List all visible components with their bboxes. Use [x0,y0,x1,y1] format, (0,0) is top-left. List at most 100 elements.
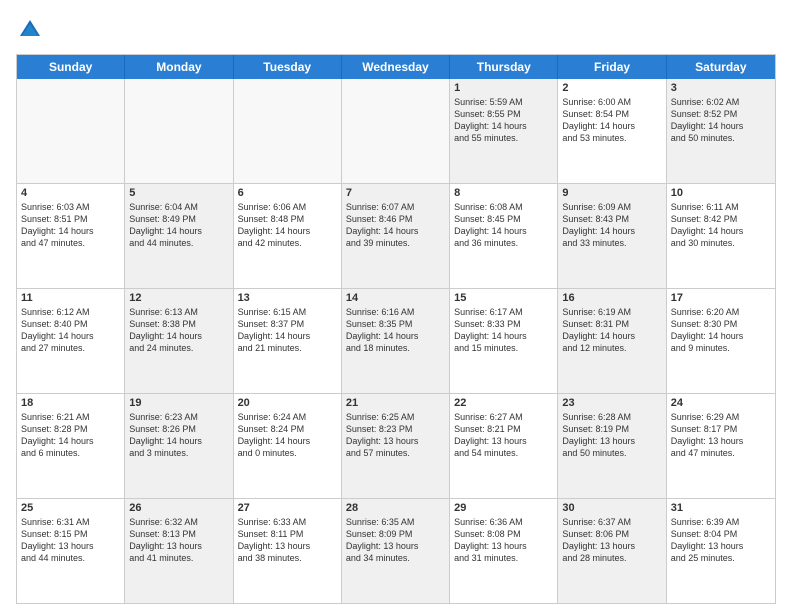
empty-cell [125,79,233,183]
header-day-monday: Monday [125,55,233,79]
day-cell-3: 3 Sunrise: 6:02 AM Sunset: 8:52 PM Daylig… [667,79,775,183]
day-info: Sunrise: 6:02 AM Sunset: 8:52 PM Dayligh… [671,97,744,143]
header-day-sunday: Sunday [17,55,125,79]
day-info: Sunrise: 6:13 AM Sunset: 8:38 PM Dayligh… [129,307,202,353]
day-cell-13: 13 Sunrise: 6:15 AM Sunset: 8:37 PM Dayli… [234,289,342,393]
day-info: Sunrise: 6:00 AM Sunset: 8:54 PM Dayligh… [562,97,635,143]
day-cell-23: 23 Sunrise: 6:28 AM Sunset: 8:19 PM Dayli… [558,394,666,498]
day-cell-17: 17 Sunrise: 6:20 AM Sunset: 8:30 PM Dayli… [667,289,775,393]
logo [16,16,48,44]
empty-cell [234,79,342,183]
day-number: 7 [346,187,445,199]
day-cell-11: 11 Sunrise: 6:12 AM Sunset: 8:40 PM Dayli… [17,289,125,393]
header [16,16,776,44]
page: SundayMondayTuesdayWednesdayThursdayFrid… [0,0,792,612]
day-cell-5: 5 Sunrise: 6:04 AM Sunset: 8:49 PM Daylig… [125,184,233,288]
day-cell-18: 18 Sunrise: 6:21 AM Sunset: 8:28 PM Dayli… [17,394,125,498]
day-number: 10 [671,187,771,199]
day-info: Sunrise: 6:31 AM Sunset: 8:15 PM Dayligh… [21,517,94,563]
logo-icon [16,16,44,44]
day-info: Sunrise: 6:39 AM Sunset: 8:04 PM Dayligh… [671,517,744,563]
day-cell-22: 22 Sunrise: 6:27 AM Sunset: 8:21 PM Dayli… [450,394,558,498]
day-info: Sunrise: 6:15 AM Sunset: 8:37 PM Dayligh… [238,307,311,353]
calendar: SundayMondayTuesdayWednesdayThursdayFrid… [16,54,776,604]
day-info: Sunrise: 6:16 AM Sunset: 8:35 PM Dayligh… [346,307,419,353]
day-number: 19 [129,397,228,409]
day-number: 27 [238,502,337,514]
header-day-saturday: Saturday [667,55,775,79]
day-cell-26: 26 Sunrise: 6:32 AM Sunset: 8:13 PM Dayli… [125,499,233,603]
day-number: 5 [129,187,228,199]
calendar-row-1: 4Sunrise: 6:03 AM Sunset: 8:51 PM Daylig… [17,183,775,288]
day-number: 15 [454,292,553,304]
day-info: Sunrise: 6:08 AM Sunset: 8:45 PM Dayligh… [454,202,527,248]
day-cell-29: 29Sunrise: 6:36 AM Sunset: 8:08 PM Dayli… [450,499,558,603]
day-cell-14: 14Sunrise: 6:16 AM Sunset: 8:35 PM Dayli… [342,289,450,393]
day-cell-27: 27 Sunrise: 6:33 AM Sunset: 8:11 PM Dayli… [234,499,342,603]
day-number: 25 [21,502,120,514]
day-number: 12 [129,292,228,304]
day-info: Sunrise: 6:37 AM Sunset: 8:06 PM Dayligh… [562,517,635,563]
day-number: 24 [671,397,771,409]
day-info: Sunrise: 6:03 AM Sunset: 8:51 PM Dayligh… [21,202,94,248]
day-number: 8 [454,187,553,199]
day-cell-31: 31 Sunrise: 6:39 AM Sunset: 8:04 PM Dayli… [667,499,775,603]
day-info: Sunrise: 6:32 AM Sunset: 8:13 PM Dayligh… [129,517,202,563]
day-number: 20 [238,397,337,409]
day-info: Sunrise: 6:04 AM Sunset: 8:49 PM Dayligh… [129,202,202,248]
calendar-row-3: 18 Sunrise: 6:21 AM Sunset: 8:28 PM Dayli… [17,393,775,498]
day-cell-20: 20Sunrise: 6:24 AM Sunset: 8:24 PM Dayli… [234,394,342,498]
calendar-body: 1 Sunrise: 5:59 AM Sunset: 8:55 PM Daylig… [17,79,775,603]
day-info: Sunrise: 6:20 AM Sunset: 8:30 PM Dayligh… [671,307,744,353]
day-cell-4: 4Sunrise: 6:03 AM Sunset: 8:51 PM Daylig… [17,184,125,288]
day-info: Sunrise: 6:06 AM Sunset: 8:48 PM Dayligh… [238,202,311,248]
day-cell-7: 7Sunrise: 6:07 AM Sunset: 8:46 PM Daylig… [342,184,450,288]
day-info: Sunrise: 6:17 AM Sunset: 8:33 PM Dayligh… [454,307,527,353]
day-info: Sunrise: 5:59 AM Sunset: 8:55 PM Dayligh… [454,97,527,143]
day-info: Sunrise: 6:09 AM Sunset: 8:43 PM Dayligh… [562,202,635,248]
day-info: Sunrise: 6:29 AM Sunset: 8:17 PM Dayligh… [671,412,744,458]
day-info: Sunrise: 6:28 AM Sunset: 8:19 PM Dayligh… [562,412,635,458]
day-number: 23 [562,397,661,409]
calendar-row-2: 11 Sunrise: 6:12 AM Sunset: 8:40 PM Dayli… [17,288,775,393]
day-cell-9: 9Sunrise: 6:09 AM Sunset: 8:43 PM Daylig… [558,184,666,288]
day-number: 17 [671,292,771,304]
header-day-friday: Friday [558,55,666,79]
calendar-row-0: 1 Sunrise: 5:59 AM Sunset: 8:55 PM Daylig… [17,79,775,183]
day-number: 6 [238,187,337,199]
day-number: 1 [454,82,553,94]
day-cell-6: 6 Sunrise: 6:06 AM Sunset: 8:48 PM Daylig… [234,184,342,288]
day-cell-24: 24 Sunrise: 6:29 AM Sunset: 8:17 PM Dayli… [667,394,775,498]
day-info: Sunrise: 6:19 AM Sunset: 8:31 PM Dayligh… [562,307,635,353]
day-number: 18 [21,397,120,409]
day-info: Sunrise: 6:25 AM Sunset: 8:23 PM Dayligh… [346,412,419,458]
day-number: 29 [454,502,553,514]
header-day-thursday: Thursday [450,55,558,79]
day-cell-2: 2Sunrise: 6:00 AM Sunset: 8:54 PM Daylig… [558,79,666,183]
day-number: 21 [346,397,445,409]
calendar-header: SundayMondayTuesdayWednesdayThursdayFrid… [17,55,775,79]
day-info: Sunrise: 6:11 AM Sunset: 8:42 PM Dayligh… [671,202,744,248]
day-info: Sunrise: 6:21 AM Sunset: 8:28 PM Dayligh… [21,412,94,458]
day-cell-1: 1 Sunrise: 5:59 AM Sunset: 8:55 PM Daylig… [450,79,558,183]
day-number: 22 [454,397,553,409]
day-cell-21: 21 Sunrise: 6:25 AM Sunset: 8:23 PM Dayli… [342,394,450,498]
day-number: 3 [671,82,771,94]
day-info: Sunrise: 6:23 AM Sunset: 8:26 PM Dayligh… [129,412,202,458]
day-info: Sunrise: 6:12 AM Sunset: 8:40 PM Dayligh… [21,307,94,353]
day-info: Sunrise: 6:27 AM Sunset: 8:21 PM Dayligh… [454,412,527,458]
day-cell-12: 12 Sunrise: 6:13 AM Sunset: 8:38 PM Dayli… [125,289,233,393]
header-day-wednesday: Wednesday [342,55,450,79]
day-cell-15: 15 Sunrise: 6:17 AM Sunset: 8:33 PM Dayli… [450,289,558,393]
day-info: Sunrise: 6:33 AM Sunset: 8:11 PM Dayligh… [238,517,311,563]
calendar-row-4: 25 Sunrise: 6:31 AM Sunset: 8:15 PM Dayli… [17,498,775,603]
empty-cell [342,79,450,183]
day-cell-28: 28Sunrise: 6:35 AM Sunset: 8:09 PM Dayli… [342,499,450,603]
day-number: 31 [671,502,771,514]
empty-cell [17,79,125,183]
day-number: 11 [21,292,120,304]
day-number: 28 [346,502,445,514]
day-cell-30: 30Sunrise: 6:37 AM Sunset: 8:06 PM Dayli… [558,499,666,603]
day-number: 26 [129,502,228,514]
day-number: 13 [238,292,337,304]
